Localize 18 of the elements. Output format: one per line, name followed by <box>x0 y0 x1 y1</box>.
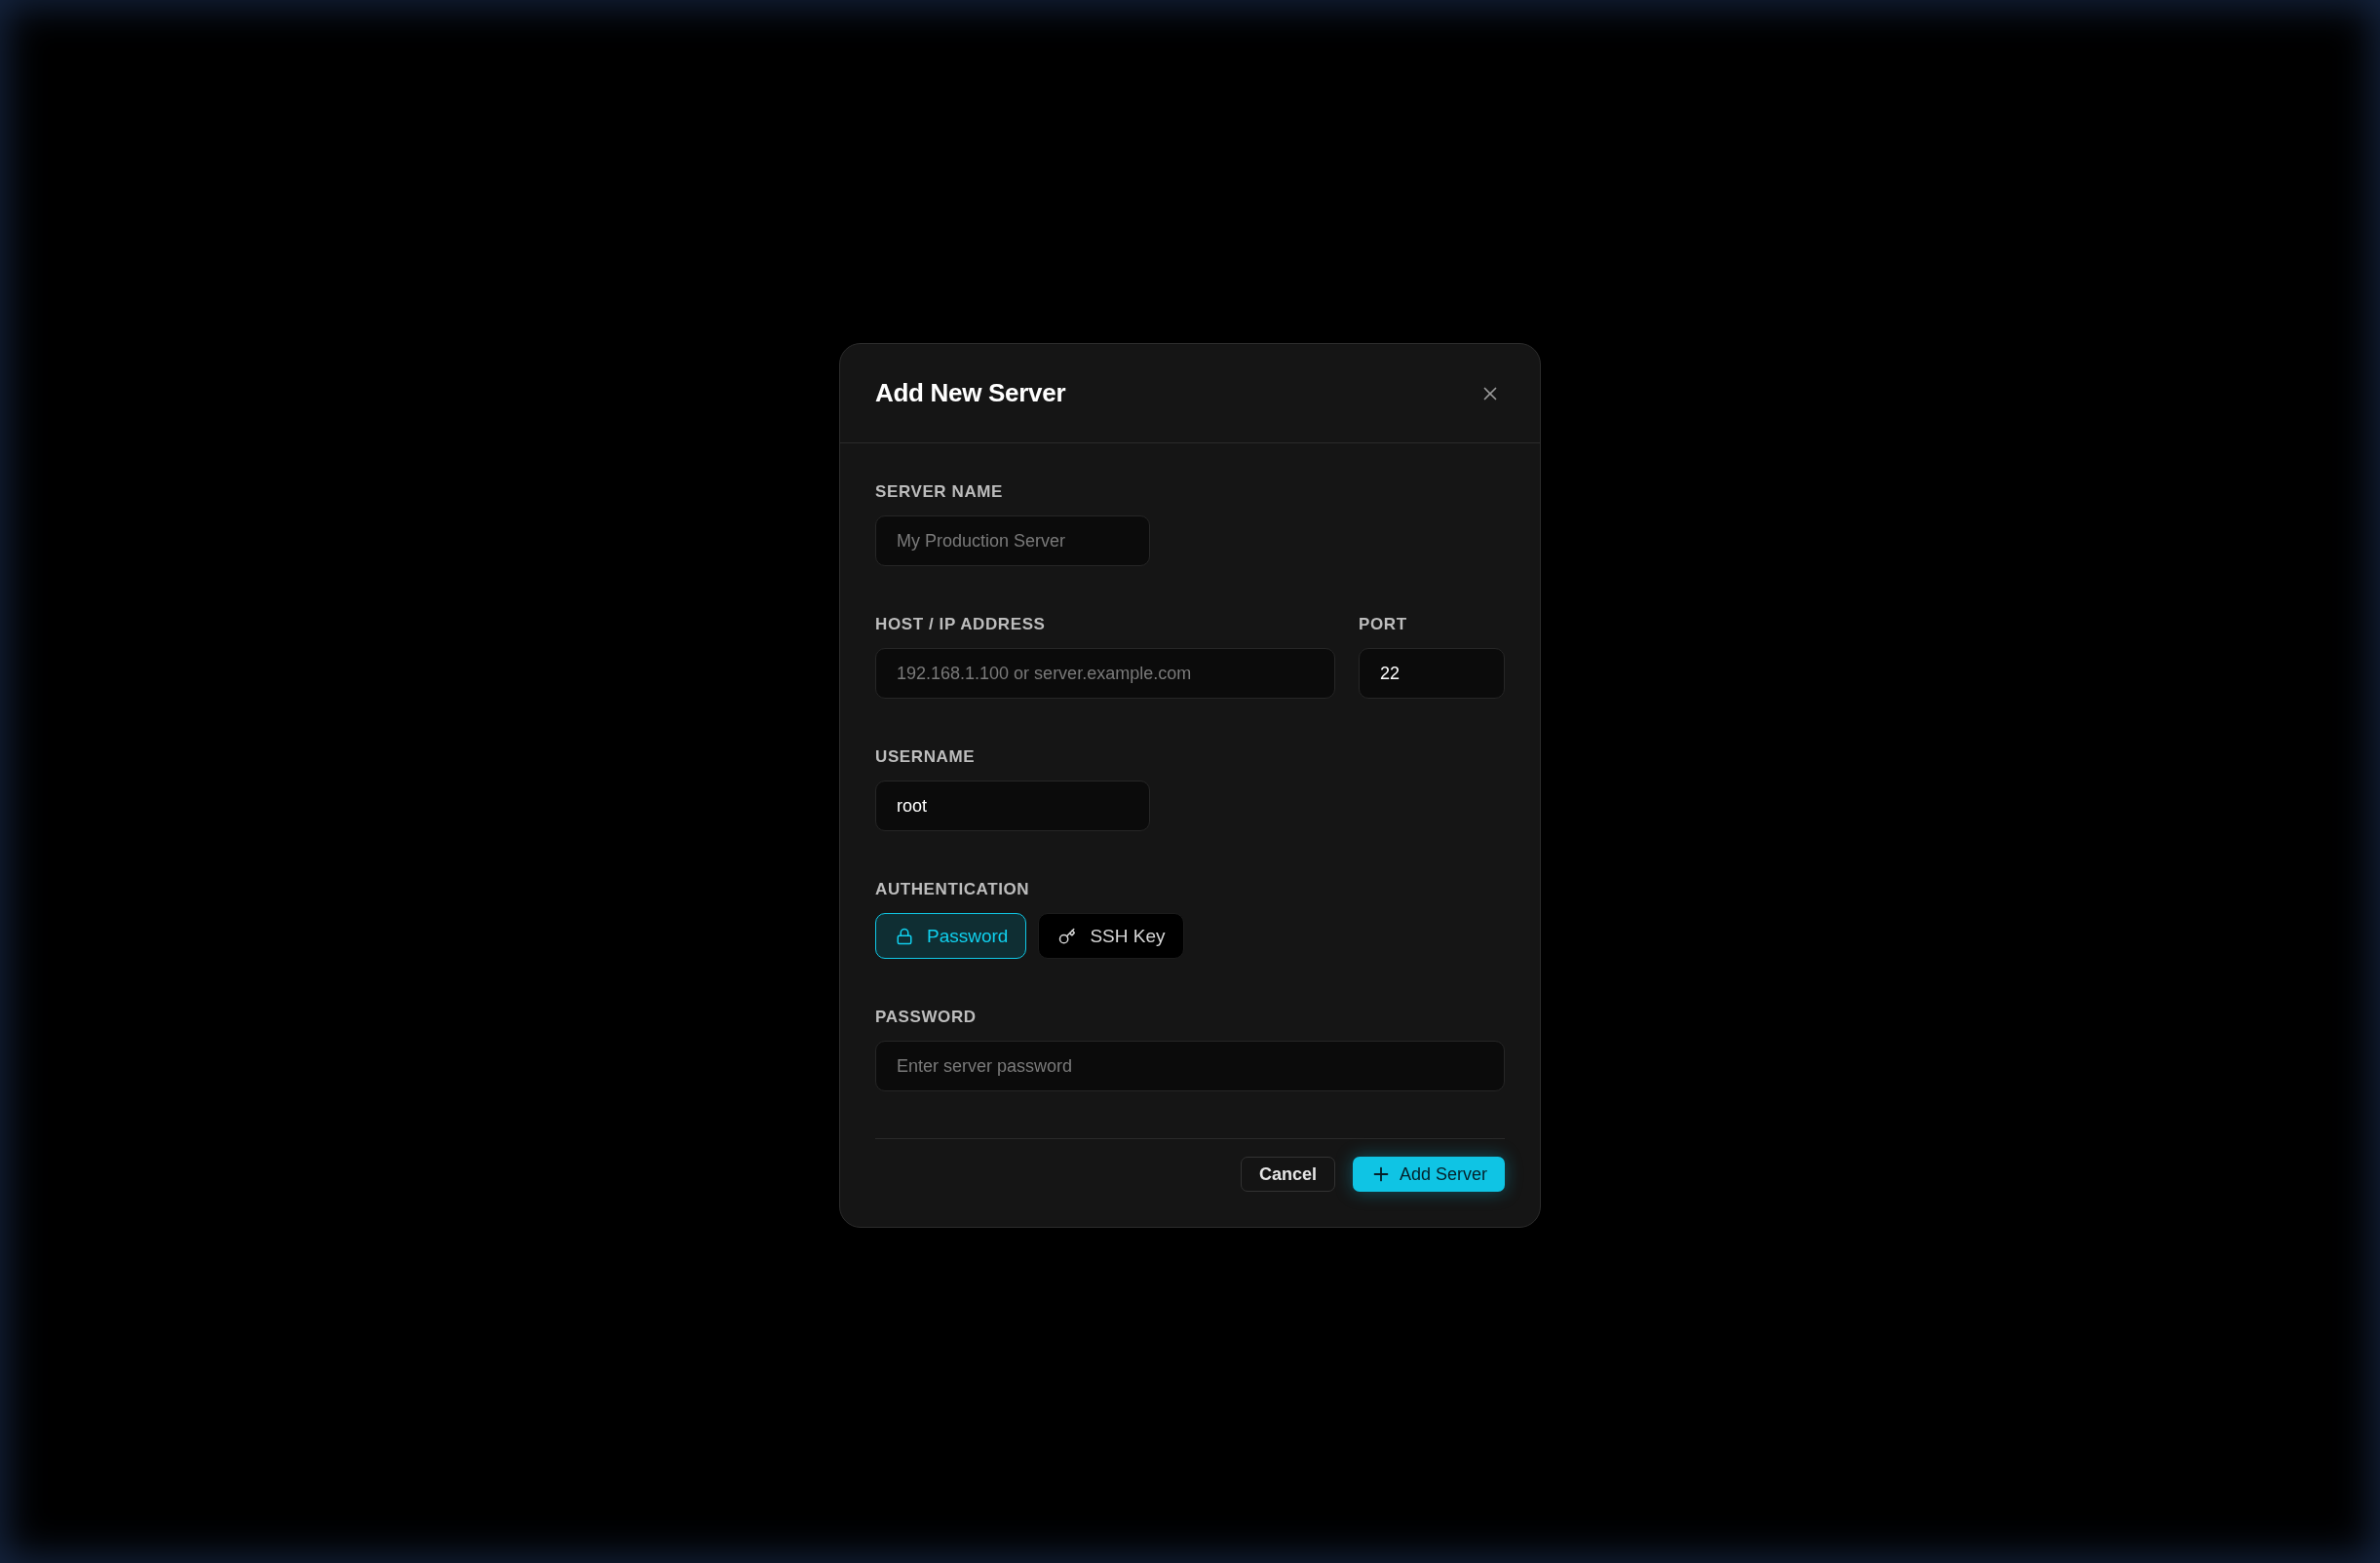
input-field[interactable]: 22 <box>1359 648 1505 699</box>
input-field[interactable]: root <box>875 781 1150 831</box>
field-label: PASSWORD <box>875 1008 978 1027</box>
input-field[interactable]: 192.168.1.100 or server.example.com <box>875 648 1335 699</box>
add-button[interactable]: Add Server <box>1352 1157 1505 1192</box>
auth-option[interactable]: Password <box>875 913 1027 959</box>
field-label: AUTHENTICATION <box>875 880 1031 899</box>
input-field[interactable]: Enter server password <box>875 1041 1505 1091</box>
field-label: PORT <box>1359 615 1408 634</box>
field-label: USERNAME <box>875 747 977 767</box>
key-icon <box>1058 927 1077 945</box>
input-field[interactable]: My Production Server <box>875 515 1150 566</box>
dialog-title: Add New Server <box>875 378 1066 408</box>
lock-icon <box>896 927 913 945</box>
field-label: HOST / IP ADDRESS <box>875 615 1047 634</box>
auth-option[interactable]: SSH Key <box>1038 913 1184 959</box>
field-label: SERVER NAME <box>875 482 1004 502</box>
cancel-button[interactable]: Cancel <box>1240 1157 1335 1192</box>
